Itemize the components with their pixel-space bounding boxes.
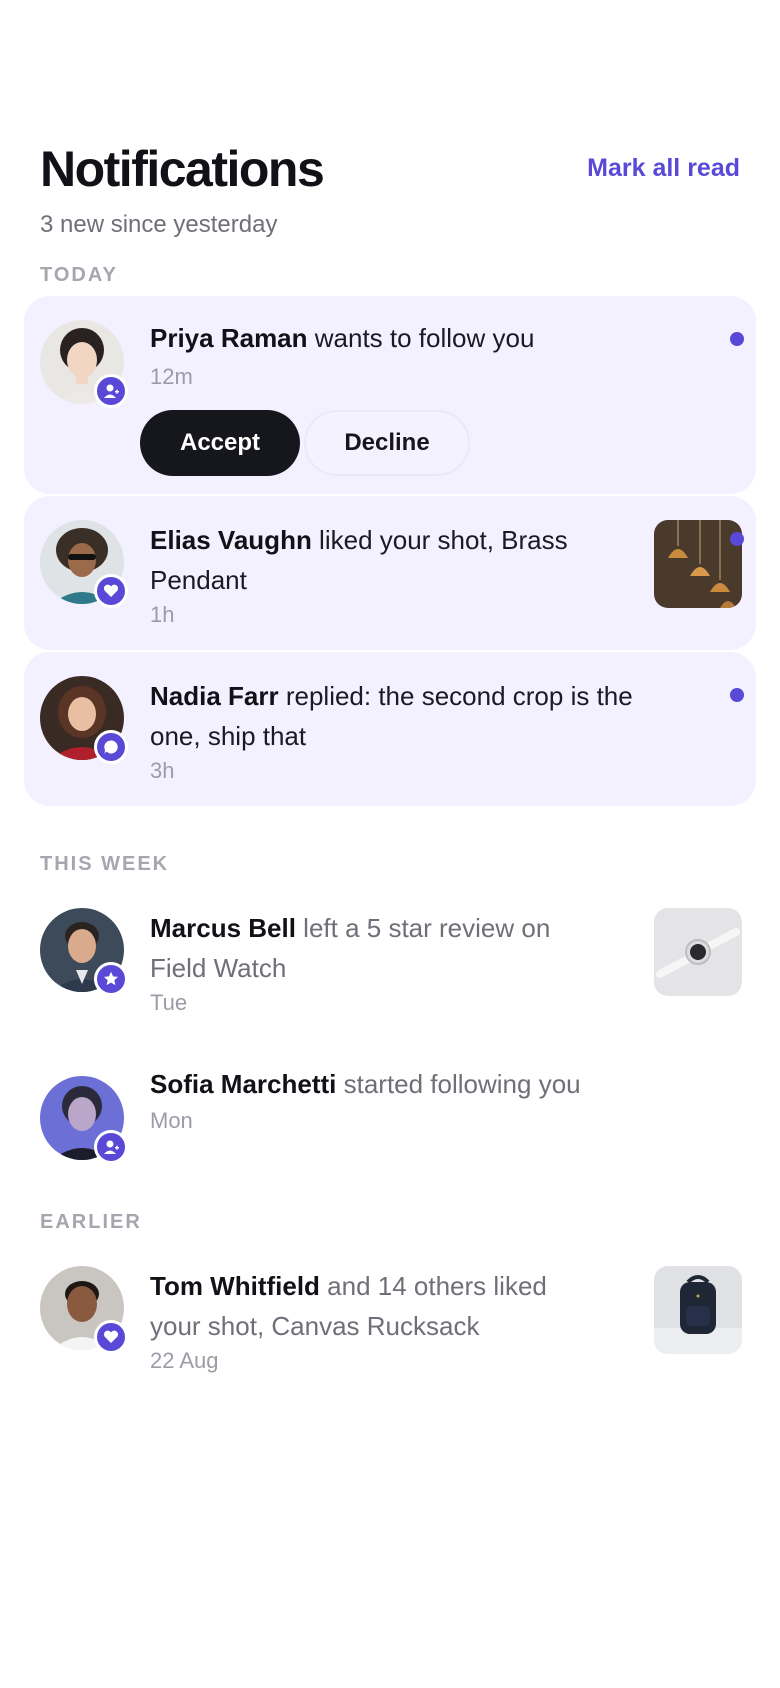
notification-item[interactable]: Priya Raman wants to follow you 12m Acce… (24, 296, 756, 494)
timestamp: 22 Aug (150, 1348, 219, 1373)
mark-all-read-button[interactable]: Mark all read (587, 154, 740, 183)
comment-icon (94, 730, 128, 764)
decline-button[interactable]: Decline (304, 410, 470, 476)
actor-name: Priya Raman (150, 323, 308, 353)
notification-action: started following you (336, 1069, 581, 1099)
timestamp: Tue (150, 990, 188, 1015)
notification-item[interactable]: Tom Whitfield and 14 others liked your s… (24, 1242, 756, 1392)
heart-icon (94, 574, 128, 608)
actor-name: Elias Vaughn (150, 525, 312, 555)
actor-name: Nadia Farr (150, 681, 279, 711)
actor-name: Sofia Marchetti (150, 1069, 337, 1099)
page-header: Notifications 3 new since yesterday Mark… (40, 138, 740, 248)
notification-item[interactable]: Elias Vaughn liked your shot, Brass Pend… (24, 496, 756, 650)
notification-item[interactable]: Nadia Farr replied: the second crop is t… (24, 652, 756, 806)
section-label-today: TODAY (40, 264, 118, 286)
avatar (40, 320, 128, 408)
actor-name: Marcus Bell (150, 913, 296, 943)
notification-text: Tom Whitfield and 14 others liked your s… (150, 1266, 590, 1346)
notification-action: wants to follow you (307, 323, 535, 353)
timestamp: 1h (150, 602, 175, 627)
user-plus-icon (94, 1130, 128, 1164)
notification-text: Marcus Bell left a 5 star review on Fiel… (150, 908, 590, 988)
notification-text: Priya Raman wants to follow you (150, 318, 670, 358)
section-label-this-week: THIS WEEK (40, 853, 170, 875)
avatar (40, 1266, 128, 1354)
field-watch-thumbnail[interactable] (654, 908, 742, 996)
unread-dot (730, 688, 744, 702)
notification-text: Elias Vaughn liked your shot, Brass Pend… (150, 520, 590, 600)
notification-item[interactable]: Marcus Bell left a 5 star review on Fiel… (24, 884, 756, 1034)
notification-text: Nadia Farr replied: the second crop is t… (150, 676, 690, 756)
accept-button[interactable]: Accept (140, 410, 300, 476)
timestamp: 12m (150, 364, 193, 389)
notification-text: Sofia Marchetti started following you (150, 1064, 710, 1104)
timestamp: 3h (150, 758, 175, 783)
page-subtitle: 3 new since yesterday (40, 211, 278, 238)
avatar (40, 520, 128, 608)
canvas-rucksack-thumbnail[interactable] (654, 1266, 742, 1354)
brass-pendant-thumbnail[interactable] (654, 520, 742, 608)
avatar (40, 676, 128, 764)
section-label-earlier: EARLIER (40, 1211, 142, 1233)
notification-item[interactable]: Sofia Marchetti started following you Mo… (24, 1052, 756, 1182)
avatar (40, 1076, 128, 1164)
star-icon (94, 962, 128, 996)
actor-name: Tom Whitfield (150, 1271, 320, 1301)
heart-icon (94, 1320, 128, 1354)
unread-dot (730, 532, 744, 546)
unread-dot (730, 332, 744, 346)
timestamp: Mon (150, 1108, 193, 1133)
avatar (40, 908, 128, 996)
user-plus-icon (94, 374, 128, 408)
